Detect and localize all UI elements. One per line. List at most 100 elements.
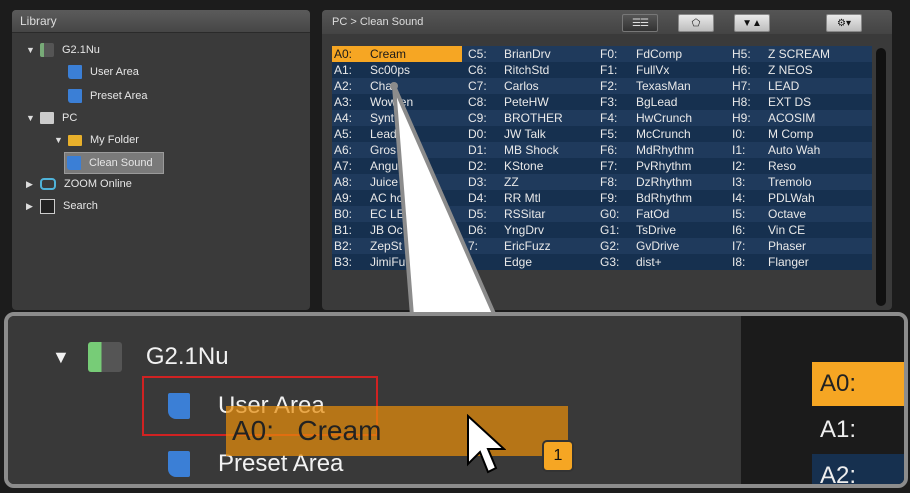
patch-cell[interactable]: F1: FullVx <box>598 62 726 78</box>
patch-code: F7: <box>600 159 618 173</box>
tree-item-zoom-online[interactable]: ▶ ZOOM Online <box>26 174 132 194</box>
patch-cell[interactable]: B0: EC LE <box>332 206 462 222</box>
patch-cell[interactable]: I7: Phaser <box>730 238 858 254</box>
patch-cell[interactable]: A3: Wow en <box>332 94 462 110</box>
patch-cell[interactable]: G3: dist+ <box>598 254 726 270</box>
patch-cell[interactable]: I2: Reso <box>730 158 858 174</box>
patch-name: Wow en <box>370 95 414 109</box>
patch-cell[interactable]: D0: JW Talk <box>466 126 594 142</box>
patch-name: JW Talk <box>504 127 546 141</box>
list-view-button[interactable]: ☰☰ <box>622 14 658 32</box>
effect-view-button[interactable]: ⬠ <box>678 14 714 32</box>
patch-cell[interactable]: A0: Cream <box>332 46 462 62</box>
patch-cell[interactable]: B2: ZepSt <box>332 238 462 254</box>
patch-cell[interactable]: G2: GvDrive <box>598 238 726 254</box>
expand-arrow-icon[interactable]: ▼ <box>54 135 64 145</box>
patch-code: G3: <box>600 255 620 269</box>
patch-cell[interactable]: C8: PeteHW <box>466 94 594 110</box>
patch-cell[interactable]: I5: Octave <box>730 206 858 222</box>
patch-cell[interactable]: A6: Gros <box>332 142 462 158</box>
patch-code: F3: <box>600 95 618 109</box>
patch-cell[interactable]: A4: Synt h <box>332 110 462 126</box>
patch-code: D6: <box>468 223 487 237</box>
patch-cell[interactable]: H9: ACOSIM <box>730 110 858 126</box>
patch-cell[interactable]: H6: Z NEOS <box>730 62 858 78</box>
patch-cell[interactable]: A5: Lead <box>332 126 462 142</box>
patch-cell[interactable]: I3: Tremolo <box>730 174 858 190</box>
patch-cell[interactable]: F9: BdRhythm <box>598 190 726 206</box>
patch-name: Flanger <box>768 255 809 269</box>
patch-cell[interactable]: F5: McCrunch <box>598 126 726 142</box>
patch-code: B1: <box>334 223 353 237</box>
patch-name: EricFuzz <box>504 239 551 253</box>
drag-count-badge: 1 <box>542 440 574 472</box>
collapsed-arrow-icon[interactable]: ▶ <box>26 201 36 212</box>
settings-button[interactable]: ⚙▾ <box>826 14 862 32</box>
patch-cell[interactable]: A8: Juice <box>332 174 462 190</box>
device-icon <box>87 342 122 372</box>
patch-cell[interactable]: C6: RitchStd <box>466 62 594 78</box>
patch-cell[interactable]: I4: PDLWah <box>730 190 858 206</box>
collapsed-arrow-icon[interactable]: ▶ <box>26 179 36 190</box>
patch-name: AC hc <box>370 191 403 205</box>
patch-cell[interactable]: C5: BrianDrv <box>466 46 594 62</box>
patch-cell[interactable]: A9: AC hc <box>332 190 462 206</box>
patch-cell[interactable]: D5: RSSitar <box>466 206 594 222</box>
patch-cell[interactable]: I1: Auto Wah <box>730 142 858 158</box>
patch-cell[interactable]: D4: RR Mtl <box>466 190 594 206</box>
patch-cell[interactable]: H8: EXT DS <box>730 94 858 110</box>
patch-cell[interactable]: G1: TsDrive <box>598 222 726 238</box>
patch-cell[interactable]: B1: JB Oc <box>332 222 462 238</box>
tree-item-label: Search <box>63 200 98 212</box>
patch-name: Edge <box>504 255 533 269</box>
patch-cell[interactable]: D3: ZZ <box>466 174 594 190</box>
patch-code: D3: <box>468 175 487 189</box>
patch-cell[interactable]: A2: Cha <box>332 78 462 94</box>
patch-cell[interactable]: H7: LEAD <box>730 78 858 94</box>
patch-cell[interactable]: I8: Flanger <box>730 254 858 270</box>
scrollbar[interactable] <box>876 48 886 306</box>
tree-item-clean-sound[interactable]: Clean Sound <box>64 152 164 174</box>
patch-cell[interactable]: A7: Angu <box>332 158 462 174</box>
expand-arrow-icon[interactable]: ▼ <box>26 113 36 123</box>
patch-code: H5: <box>732 47 751 61</box>
patch-cell[interactable]: F6: MdRhythm <box>598 142 726 158</box>
patch-cell[interactable]: C9: BROTHER <box>466 110 594 126</box>
patch-cell[interactable]: Edge <box>466 254 594 270</box>
sort-button[interactable]: ▼▲ <box>734 14 770 32</box>
patch-cell[interactable]: F0: FdComp <box>598 46 726 62</box>
patch-cell[interactable]: F2: TexasMan <box>598 78 726 94</box>
patch-cell[interactable]: D2: KStone <box>466 158 594 174</box>
search-icon <box>40 198 55 214</box>
patch-cell[interactable]: 7: EricFuzz <box>466 238 594 254</box>
patch-cell[interactable]: I6: Vin CE <box>730 222 858 238</box>
patch-cell[interactable]: A1: Sc00ps <box>332 62 462 78</box>
tree-item-user-area[interactable]: User Area <box>68 62 139 82</box>
patch-cell[interactable]: I0: M Comp <box>730 126 858 142</box>
patch-cell[interactable]: H5: Z SCREAM <box>730 46 858 62</box>
tree-item-preset-area[interactable]: Preset Area <box>68 86 147 106</box>
patch-cell[interactable]: D6: YngDrv <box>466 222 594 238</box>
tree-item-search[interactable]: ▶ Search <box>26 196 98 216</box>
breadcrumb: PC > Clean Sound <box>322 10 892 34</box>
patch-cell[interactable]: B3: JimiFu <box>332 254 462 270</box>
tree-item-pc[interactable]: ▼ PC <box>26 108 77 128</box>
expand-arrow-icon[interactable]: ▼ <box>26 45 36 55</box>
tree-item-my-folder[interactable]: ▼ My Folder <box>54 130 139 150</box>
patch-name: Synt h <box>370 111 405 125</box>
patch-code: F8: <box>600 175 618 189</box>
patch-code: A6: <box>334 143 353 157</box>
patch-cell[interactable]: G0: FatOd <box>598 206 726 222</box>
patch-code: A8: <box>334 175 353 189</box>
patch-cell[interactable]: F8: DzRhythm <box>598 174 726 190</box>
patch-code: I7: <box>732 239 746 253</box>
patch-cell[interactable]: F4: HwCrunch <box>598 110 726 126</box>
patch-cell[interactable]: D1: MB Shock <box>466 142 594 158</box>
patch-cell[interactable]: F3: BgLead <box>598 94 726 110</box>
patch-cell[interactable]: C7: Carlos <box>466 78 594 94</box>
computer-icon <box>40 112 54 124</box>
patch-name: EXT DS <box>768 95 812 109</box>
patch-code: I0: <box>732 127 746 141</box>
patch-cell[interactable]: F7: PvRhythm <box>598 158 726 174</box>
tree-item-device[interactable]: ▼ G2.1Nu <box>26 40 100 60</box>
